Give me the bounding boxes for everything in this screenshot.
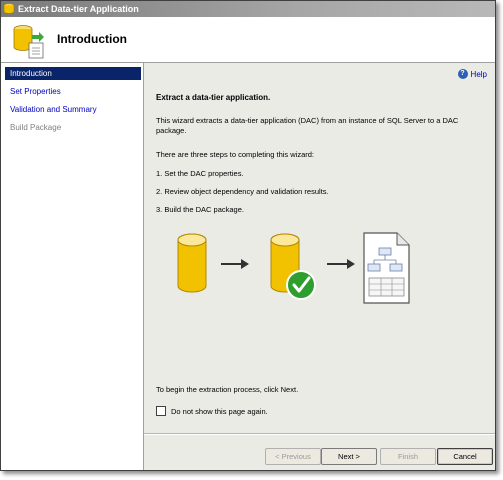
footer-divider	[144, 433, 495, 435]
wizard-window: Extract Data-tier Application Introducti…	[0, 0, 496, 471]
step-2: 2. Review object dependency and validati…	[156, 187, 329, 196]
title-bar: Extract Data-tier Application	[1, 1, 495, 17]
footer-instruction: To begin the extraction process, click N…	[156, 385, 299, 394]
step-3: 3. Build the DAC package.	[156, 205, 244, 214]
steps-intro: There are three steps to completing this…	[156, 150, 314, 159]
arrow-right-icon-2	[327, 259, 355, 269]
help-label: Help	[470, 69, 487, 79]
step-1: 1. Set the DAC properties.	[156, 169, 244, 178]
page-header: Introduction	[1, 17, 495, 63]
help-link[interactable]: ? Help	[457, 69, 487, 79]
wizard-heading: Extract a data-tier application.	[156, 93, 271, 102]
previous-button[interactable]: < Previous	[265, 448, 321, 465]
nav-item-introduction[interactable]: Introduction	[5, 67, 141, 80]
page-title: Introduction	[57, 32, 127, 46]
wizard-description: This wizard extracts a data-tier applica…	[156, 116, 459, 135]
wizard-nav: Introduction Set Properties Validation a…	[1, 63, 144, 470]
dont-show-again-row[interactable]: Do not show this page again.	[156, 406, 268, 416]
dont-show-again-checkbox[interactable]	[156, 406, 166, 416]
content-panel: ? Help Extract a data-tier application. …	[144, 63, 495, 470]
extract-database-icon	[13, 25, 44, 59]
dont-show-again-label[interactable]: Do not show this page again.	[171, 407, 268, 416]
arrow-right-icon	[221, 259, 249, 269]
extraction-illustration	[177, 232, 410, 304]
cancel-button[interactable]: Cancel	[437, 448, 493, 465]
finish-button[interactable]: Finish	[380, 448, 436, 465]
window-title: Extract Data-tier Application	[18, 4, 139, 14]
database-icon	[3, 3, 15, 14]
nav-item-set-properties[interactable]: Set Properties	[5, 85, 141, 98]
checkmark-icon	[286, 270, 316, 300]
nav-item-validation-and-summary[interactable]: Validation and Summary	[5, 103, 141, 116]
next-button[interactable]: Next >	[321, 448, 377, 465]
source-database-icon	[177, 233, 207, 293]
nav-item-build-package: Build Package	[10, 123, 62, 132]
dac-package-icon	[363, 232, 410, 304]
help-icon: ?	[457, 69, 468, 79]
